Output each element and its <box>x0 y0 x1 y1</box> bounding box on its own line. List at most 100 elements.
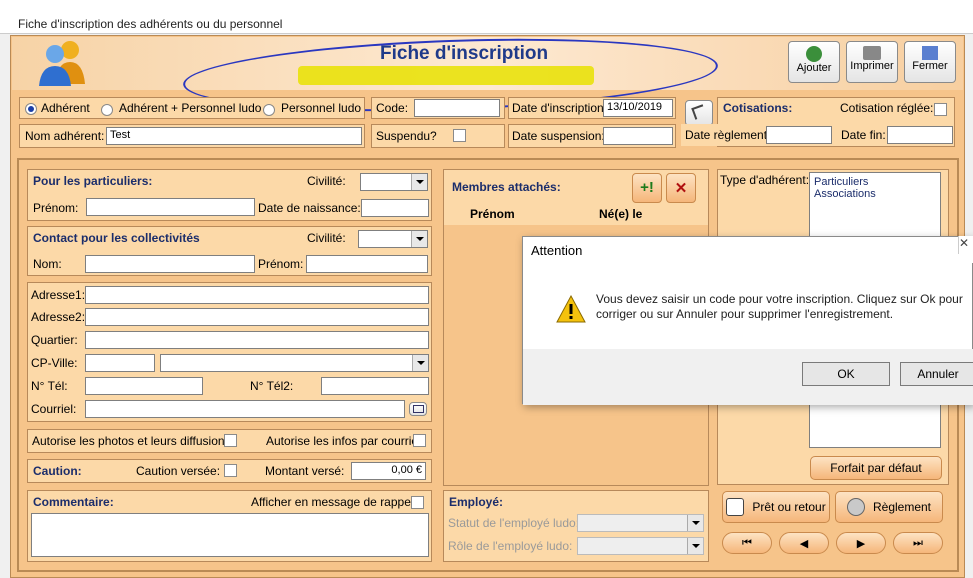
add-member-button[interactable]: +! <box>632 173 662 203</box>
date-reglement-label: Date règlement: <box>685 128 771 142</box>
collectivites-title: Contact pour les collectivités <box>33 231 200 245</box>
remove-member-button[interactable]: ✕ <box>666 173 696 203</box>
civilite-select[interactable] <box>360 173 428 191</box>
cotisations-title: Cotisations: <box>723 101 793 115</box>
caution-title: Caution: <box>33 464 82 478</box>
date-fin-label: Date fin: <box>841 128 886 142</box>
prenom-input[interactable] <box>86 198 255 216</box>
tel2-input[interactable] <box>321 377 429 395</box>
radio-adherent-label: Adhérent <box>41 101 90 115</box>
quartier-input[interactable] <box>85 331 429 349</box>
print-button[interactable]: Imprimer <box>846 41 898 83</box>
window-title: Fiche d'inscription des adhérents ou du … <box>18 17 283 31</box>
dialog-title: Attention <box>531 243 583 258</box>
dialog-titlebar: Attention <box>523 237 973 263</box>
date-inscription-label: Date d'inscription: <box>512 101 608 115</box>
collectivites-nom-label: Nom: <box>33 257 62 271</box>
quartier-label: Quartier: <box>31 333 78 347</box>
close-button[interactable]: Fermer <box>904 41 956 83</box>
montant-verse-label: Montant versé: <box>265 464 345 478</box>
nom-label: Nom adhérent: <box>25 129 105 143</box>
ok-button[interactable]: OK <box>802 362 890 386</box>
collectivites-civilite-select[interactable] <box>358 230 428 248</box>
rappel-label: Afficher en message de rappel <box>251 495 414 509</box>
code-input[interactable] <box>414 99 500 117</box>
cotisation-reglee-checkbox[interactable] <box>934 103 947 116</box>
collectivites-civilite-label: Civilité: <box>307 231 346 245</box>
pret-retour-button[interactable]: Prêt ou retour <box>722 491 830 523</box>
radio-adherent-personnel-label: Adhérent + Personnel ludo <box>119 101 262 115</box>
date-suspension-input[interactable] <box>603 127 673 145</box>
radio-adherent-personnel[interactable] <box>101 104 113 116</box>
chevron-down-icon <box>687 538 703 554</box>
caution-versee-checkbox[interactable] <box>224 464 237 477</box>
code-label: Code: <box>376 101 409 115</box>
suspendu-label: Suspendu? <box>376 129 437 143</box>
adresse1-input[interactable] <box>85 286 429 304</box>
collectivites-prenom-input[interactable] <box>306 255 428 273</box>
collectivites-nom-input[interactable] <box>85 255 255 273</box>
tel-input[interactable] <box>85 377 203 395</box>
caution-versee-label: Caution versée: <box>136 464 221 478</box>
statut-select[interactable] <box>577 514 704 532</box>
radio-personnel-label: Personnel ludo <box>281 101 362 115</box>
forfait-button[interactable]: Forfait par défaut <box>810 456 942 480</box>
cancel-button[interactable]: Annuler <box>900 362 973 386</box>
radio-adherent[interactable] <box>25 103 37 115</box>
users-logo-icon <box>35 38 90 86</box>
commentaire-textarea[interactable] <box>31 513 429 557</box>
ville-select[interactable] <box>160 354 429 372</box>
dialog-close-icon[interactable]: ✕ <box>958 236 973 254</box>
nom-input[interactable]: Test <box>106 127 362 145</box>
tel2-label: N° Tél2: <box>250 379 294 393</box>
autorise-infos-checkbox[interactable] <box>413 434 426 447</box>
rappel-checkbox[interactable] <box>411 496 424 509</box>
radio-personnel[interactable] <box>263 104 275 116</box>
suspendu-checkbox[interactable] <box>453 129 466 142</box>
statut-label: Statut de l'employé ludo: <box>448 516 580 530</box>
add-button[interactable]: Ajouter <box>788 41 840 83</box>
date-inscription-input[interactable]: 13/10/2019 <box>603 99 673 117</box>
courriel-label: Courriel: <box>31 402 77 416</box>
first-record-button[interactable]: ⏮ <box>722 532 772 554</box>
date-reglement-input[interactable] <box>766 126 832 144</box>
date-suspension-label: Date suspension: <box>512 129 605 143</box>
plus-icon: +! <box>640 179 654 196</box>
edit-cursor-button[interactable] <box>685 100 713 126</box>
role-select[interactable] <box>577 537 704 555</box>
adresse1-label: Adresse1: <box>31 288 86 302</box>
send-mail-button[interactable] <box>409 402 427 416</box>
pointer-icon <box>691 104 707 120</box>
last-icon: ⏭ <box>913 536 923 549</box>
reglement-button[interactable]: Règlement <box>835 491 943 523</box>
delete-icon: ✕ <box>674 180 688 197</box>
adresse2-input[interactable] <box>85 308 429 326</box>
last-record-button[interactable]: ⏭ <box>893 532 943 554</box>
date-fin-input[interactable] <box>887 126 953 144</box>
cotisation-reglee-label: Cotisation réglée: <box>840 101 934 115</box>
envelope-icon <box>412 405 424 413</box>
autorise-photos-checkbox[interactable] <box>224 434 237 447</box>
window-titlebar: Fiche d'inscription des adhérents ou du … <box>0 0 973 34</box>
collectivites-prenom-label: Prénom: <box>258 257 304 271</box>
type-adherent-label: Type d'adhérent: <box>720 173 810 187</box>
next-record-button[interactable]: ▶ <box>836 532 886 554</box>
employe-title: Employé: <box>449 495 504 509</box>
courriel-input[interactable] <box>85 400 405 418</box>
montant-verse-input[interactable]: 0,00 € <box>351 462 426 480</box>
chevron-down-icon <box>687 515 703 531</box>
list-item[interactable]: Associations <box>810 188 940 200</box>
commentaire-title: Commentaire: <box>33 495 114 509</box>
col-prenom-header: Prénom <box>470 207 515 221</box>
naissance-label: Date de naissance: <box>258 201 361 215</box>
dice-icon <box>726 498 745 516</box>
cp-input[interactable] <box>85 354 155 372</box>
naissance-input[interactable] <box>361 199 429 217</box>
autorise-photos-label: Autorise les photos et leurs diffusions: <box>32 434 234 448</box>
prenom-label: Prénom: <box>33 201 79 215</box>
attention-dialog: Attention Vous devez saisir un code pour… <box>522 236 973 405</box>
previous-record-button[interactable]: ◀ <box>779 532 829 554</box>
list-item[interactable]: Particuliers <box>810 173 940 188</box>
previous-icon: ◀ <box>799 537 809 550</box>
autorise-infos-label: Autorise les infos par courriel: <box>266 434 425 448</box>
